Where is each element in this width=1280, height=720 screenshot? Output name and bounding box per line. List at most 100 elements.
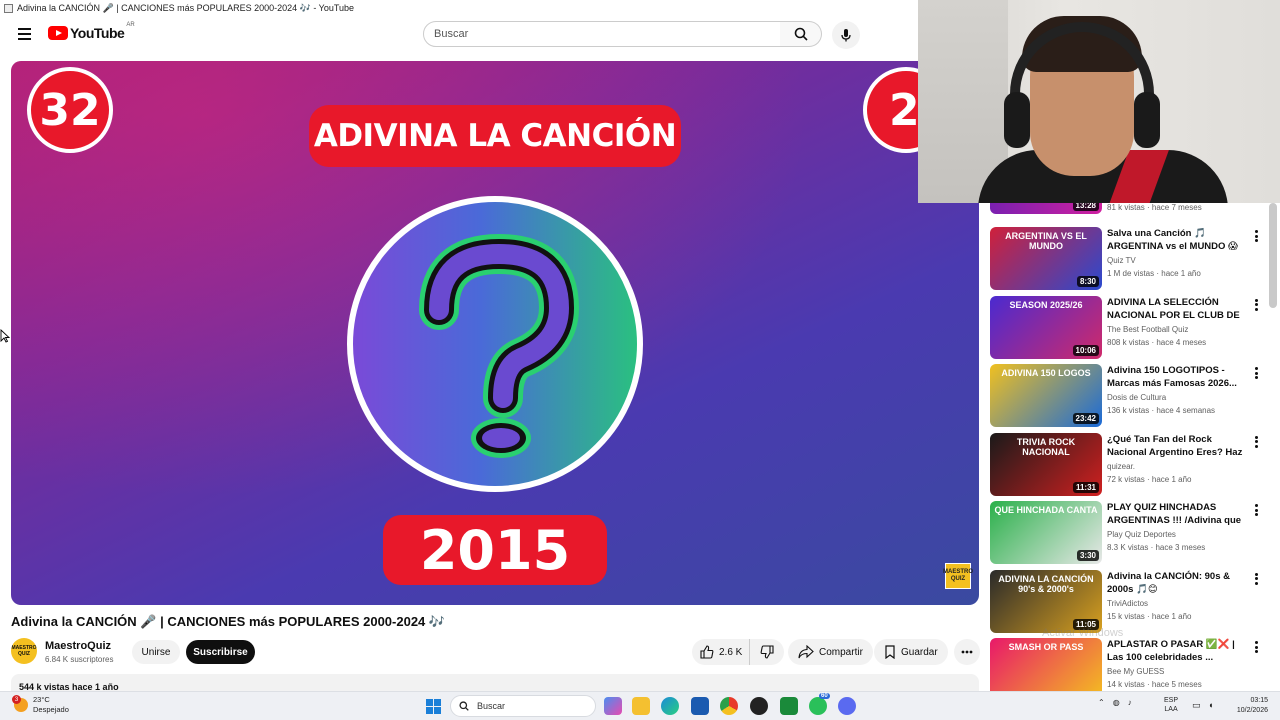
recommendation-item[interactable]: ARGENTINA VS EL MUNDO 8:30 Salva una Can…	[990, 227, 1266, 291]
search-input[interactable]: Buscar	[423, 21, 781, 47]
weather-text: 23°C Despejado	[33, 695, 69, 715]
youtube-logo[interactable]: YouTube AR	[48, 22, 135, 41]
question-mark-icon	[419, 233, 580, 458]
chrome-browser-icon[interactable]	[720, 697, 738, 715]
recommendation-item[interactable]: TRIVIA ROCK NACIONAL 11:31 ¿Qué Tan Fan …	[990, 432, 1266, 497]
thumbnail-label: SMASH OR PASS	[1008, 642, 1084, 652]
channel-watermark[interactable]: MAESTRO QUIZ	[943, 563, 973, 589]
recommendation-meta: 808 k vistas · hace 4 meses	[1107, 337, 1207, 347]
display-icon[interactable]: ▭	[1192, 700, 1201, 711]
channel-name[interactable]: MaestroQuiz	[45, 640, 111, 652]
recommendation-info: APLASTAR O PASAR ✅❌ | Las 100 celebridad…	[1107, 638, 1243, 689]
search-icon	[459, 701, 469, 711]
dislike-button[interactable]	[750, 639, 784, 665]
thumbnail-label: TRIVIA ROCK NACIONAL	[1016, 436, 1076, 457]
recommendation-title: APLASTAR O PASAR ✅❌ | Las 100 celebridad…	[1107, 639, 1235, 663]
country-code: AR	[126, 22, 135, 28]
chevron-up-icon[interactable]: ⌃	[1098, 698, 1105, 707]
more-vertical-icon[interactable]	[1250, 298, 1262, 312]
video-thumbnail: 13:28	[990, 203, 1102, 214]
like-button[interactable]: 2.6 K	[692, 639, 750, 665]
recommendation-channel[interactable]: Quiz TV	[1107, 256, 1243, 265]
search-button[interactable]	[780, 21, 822, 47]
network-icon[interactable]: ◍	[1113, 698, 1120, 707]
youtube-play-icon	[48, 26, 68, 40]
recommendation-channel[interactable]: Bee My GUESS	[1107, 667, 1243, 676]
more-actions-button[interactable]	[954, 639, 980, 665]
join-button[interactable]: Unirse	[132, 640, 180, 664]
more-vertical-icon[interactable]	[1250, 503, 1262, 517]
obs-studio-icon[interactable]	[750, 697, 768, 715]
recommendation-info: Adivina 150 LOGOTIPOS - Marcas más Famos…	[1107, 364, 1243, 415]
video-player[interactable]: 32 2 ADIVINA LA CANCIÓN 2015 MAESTRO QUI…	[11, 61, 979, 605]
recommendation-title: Salva una Canción 🎵 ARGENTINA vs el MUND…	[1107, 228, 1238, 252]
voice-search-button[interactable]	[832, 21, 860, 49]
hamburger-menu-icon[interactable]	[12, 24, 36, 44]
channel-avatar[interactable]: MAESTRO QUIZ	[11, 638, 37, 664]
browser-title-bar: Adivina la CANCIÓN 🎤 | CANCIONES más POP…	[0, 0, 918, 16]
video-thumbnail: ADIVINA 150 LOGOS 23:42	[990, 364, 1102, 427]
window-title: Adivina la CANCIÓN 🎤 | CANCIONES más POP…	[17, 2, 355, 13]
recommendation-item[interactable]: SMASH OR PASS APLASTAR O PASAR ✅❌ | Las …	[990, 638, 1266, 691]
recommendation-title: Adivina la CANCIÓN: 90s & 2000s 🎵😊	[1107, 570, 1230, 595]
more-vertical-icon[interactable]	[1250, 366, 1262, 380]
windows-start-icon[interactable]	[426, 699, 441, 714]
file-explorer-icon[interactable]	[632, 697, 650, 715]
recommendation-item[interactable]: ADIVINA 150 LOGOS 23:42 Adivina 150 LOGO…	[990, 364, 1266, 428]
recommendation-item[interactable]: SEASON 2025/26 10:06 ADIVINA LA SELECCIÓ…	[990, 295, 1266, 360]
language-indicator[interactable]: ESP LAA	[1164, 696, 1178, 714]
recommendation-item[interactable]: QUE HINCHADA CANTA 3:30 PLAY QUIZ HINCHA…	[990, 501, 1266, 565]
recommendation-title: ¿Qué Tan Fan del Rock Nacional Argentino…	[1107, 433, 1243, 458]
subscriber-count: 6.84 K suscriptores	[45, 655, 114, 664]
countdown-badge-left: 32	[27, 67, 113, 153]
share-label: Compartir	[819, 646, 863, 658]
search-placeholder: Buscar	[434, 28, 469, 40]
video-duration: 13:28	[1072, 203, 1099, 211]
copilot-icon[interactable]	[604, 697, 622, 715]
recommendation-channel[interactable]: Play Quiz Deportes	[1107, 530, 1243, 539]
more-vertical-icon[interactable]	[1250, 435, 1262, 449]
more-vertical-icon[interactable]	[1250, 640, 1262, 654]
microphone-tray-icon[interactable]: ♪	[1128, 698, 1132, 707]
recommendations-sidebar: 13:28 81 k vistas · hace 7 meses ARGENTI…	[986, 203, 1268, 691]
discord-icon[interactable]	[838, 697, 856, 715]
share-button[interactable]: Compartir	[788, 639, 873, 665]
recommendation-channel[interactable]: The Best Football Quiz	[1107, 325, 1243, 334]
recommendation-item[interactable]: ADIVINA LA CANCIÓN 90's & 2000's 11:05 A…	[990, 569, 1266, 634]
question-mark-circle	[347, 196, 643, 492]
headset-earcup-left	[1004, 92, 1030, 148]
weather-temperature: 23°C	[33, 695, 50, 704]
edge-browser-icon[interactable]	[661, 697, 679, 715]
weather-widget[interactable]: 3 23°C Despejado	[12, 695, 69, 715]
xbox-icon[interactable]	[780, 697, 798, 715]
thumbnail-label: ADIVINA 150 LOGOS	[1001, 368, 1091, 378]
volume-icon[interactable]: ◖	[1208, 700, 1213, 710]
headset-earcup-right	[1134, 92, 1160, 148]
video-duration: 3:30	[1076, 550, 1099, 561]
recommendation-channel[interactable]: quizear.	[1107, 462, 1243, 471]
recommendation-title: ADIVINA LA SELECCIÓN NACIONAL POR EL CLU…	[1107, 296, 1240, 321]
weather-badge: 3	[12, 695, 21, 704]
taskbar-search[interactable]: Buscar	[450, 695, 596, 717]
sidebar-scrollbar[interactable]	[1269, 203, 1277, 308]
recommendation-item[interactable]: 13:28 81 k vistas · hace 7 meses	[990, 203, 1266, 215]
more-vertical-icon[interactable]	[1250, 229, 1262, 243]
thumbnail-label: SEASON 2025/26	[1009, 299, 1083, 310]
weather-sun-icon: 3	[12, 695, 28, 712]
whatsapp-icon[interactable]: 60	[809, 693, 830, 715]
video-thumbnail: QUE HINCHADA CANTA 3:30	[990, 501, 1102, 564]
subscribe-button[interactable]: Suscribirse	[186, 640, 255, 664]
video-duration: 23:42	[1072, 413, 1099, 424]
video-thumbnail: TRIVIA ROCK NACIONAL 11:31	[990, 432, 1102, 496]
save-button[interactable]: Guardar	[874, 639, 948, 665]
microsoft-store-icon[interactable]	[691, 697, 709, 715]
video-thumbnail: SMASH OR PASS	[990, 638, 1102, 691]
recommendation-channel[interactable]: Dosis de Cultura	[1107, 393, 1243, 402]
page-favicon-icon	[4, 3, 13, 13]
taskbar-clock[interactable]: 03:15 10/2/2026	[1228, 696, 1268, 716]
taskbar-search-label: Buscar	[477, 701, 506, 711]
language-code: ESP	[1164, 697, 1179, 704]
video-duration: 10:06	[1072, 344, 1099, 356]
more-vertical-icon[interactable]	[1250, 572, 1262, 586]
recommendation-channel[interactable]: TriviAdictos	[1107, 599, 1243, 608]
